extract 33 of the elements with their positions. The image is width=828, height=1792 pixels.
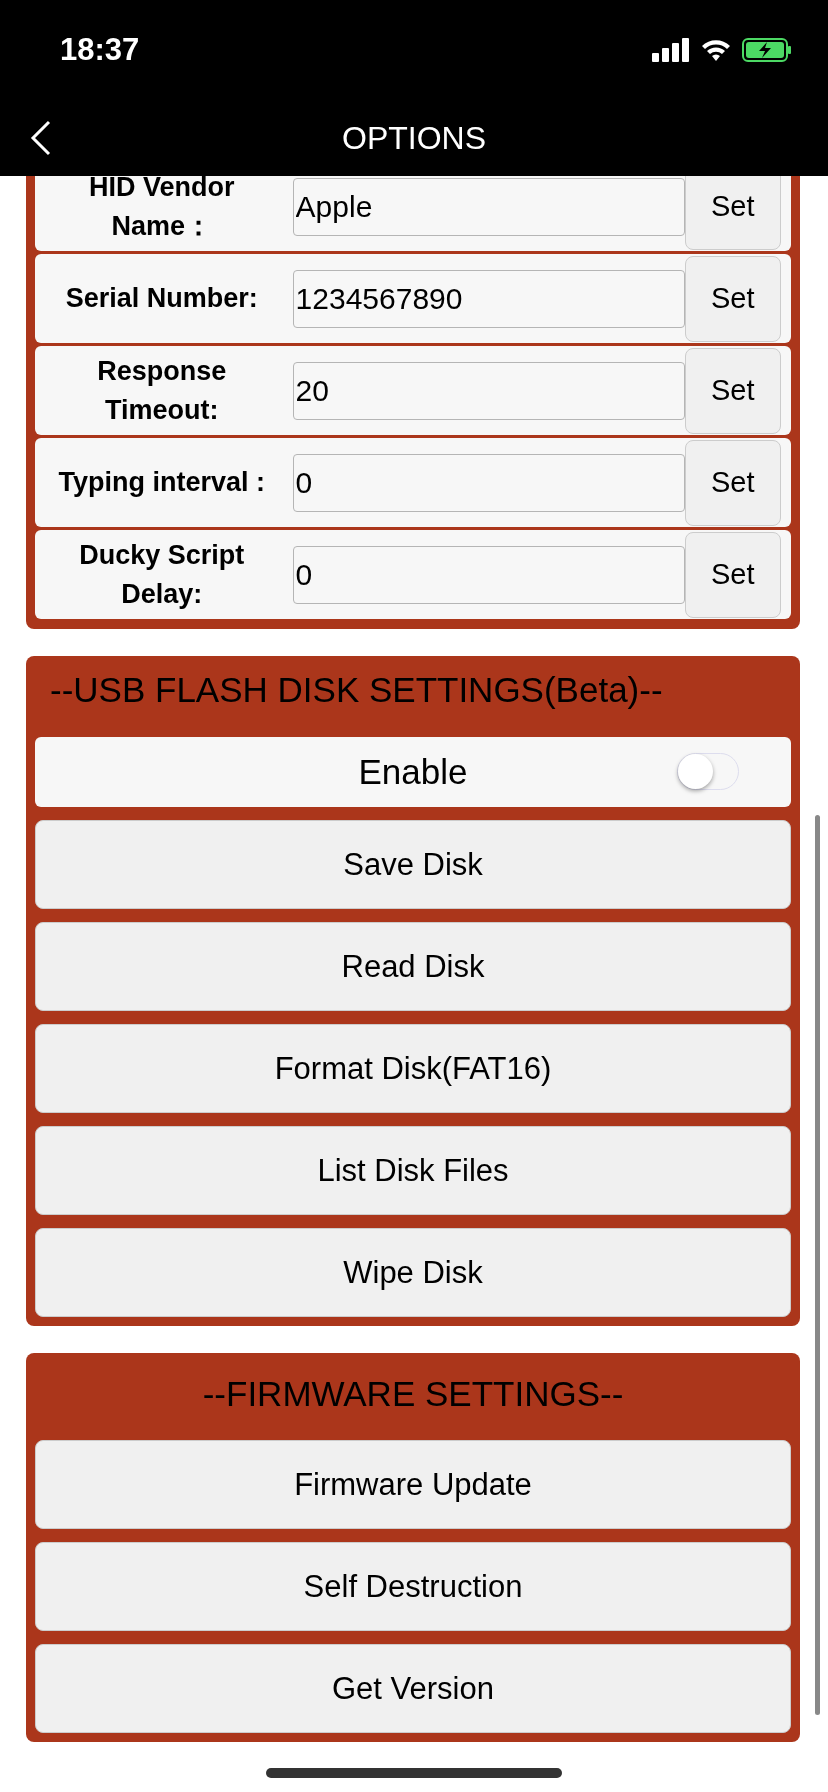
section-title: --FIRMWARE SETTINGS-- <box>201 1373 625 1415</box>
action-button[interactable]: List Disk Files <box>35 1126 791 1215</box>
set-button[interactable]: Set <box>684 176 781 250</box>
setting-label: Ducky Script Delay: <box>78 538 246 611</box>
setting-label: Typing interval : <box>57 466 267 499</box>
set-button[interactable]: Set <box>684 439 781 526</box>
set-button[interactable]: Set <box>684 347 781 434</box>
action-button[interactable]: Firmware Update <box>35 1440 791 1529</box>
input-field[interactable]: 20 <box>292 361 685 420</box>
action-button[interactable]: Wipe Disk <box>35 1228 791 1317</box>
action-button[interactable]: Read Disk <box>35 922 791 1011</box>
back-icon[interactable] <box>30 120 52 156</box>
battery-charging-icon <box>742 38 792 62</box>
wifi-icon <box>700 38 732 62</box>
input-field[interactable]: Apple <box>292 177 685 236</box>
setting-label: Response Timeout: <box>96 354 228 427</box>
action-button[interactable]: Format Disk(FAT16) <box>35 1024 791 1113</box>
action-button[interactable]: Get Version <box>35 1644 791 1733</box>
screen-title: OPTIONS <box>342 119 486 157</box>
action-button[interactable]: Save Disk <box>35 820 791 909</box>
signal-icon <box>652 38 690 62</box>
input-field[interactable]: 0 <box>292 453 685 512</box>
set-button[interactable]: Set <box>684 531 781 618</box>
section-title: --USB FLASH DISK SETTINGS(Beta)-- <box>49 669 664 711</box>
toggle-switch[interactable] <box>677 753 739 790</box>
set-button[interactable]: Set <box>684 255 781 342</box>
input-field[interactable]: 1234567890 <box>292 269 685 328</box>
status-time: 18:37 <box>60 32 140 68</box>
toggle-label: Enable <box>358 752 468 792</box>
input-field[interactable]: 0 <box>292 545 685 604</box>
action-button[interactable]: Self Destruction <box>35 1542 791 1631</box>
setting-label: Serial Number: <box>64 282 259 315</box>
setting-label: HID Vendor Name： <box>88 176 236 243</box>
